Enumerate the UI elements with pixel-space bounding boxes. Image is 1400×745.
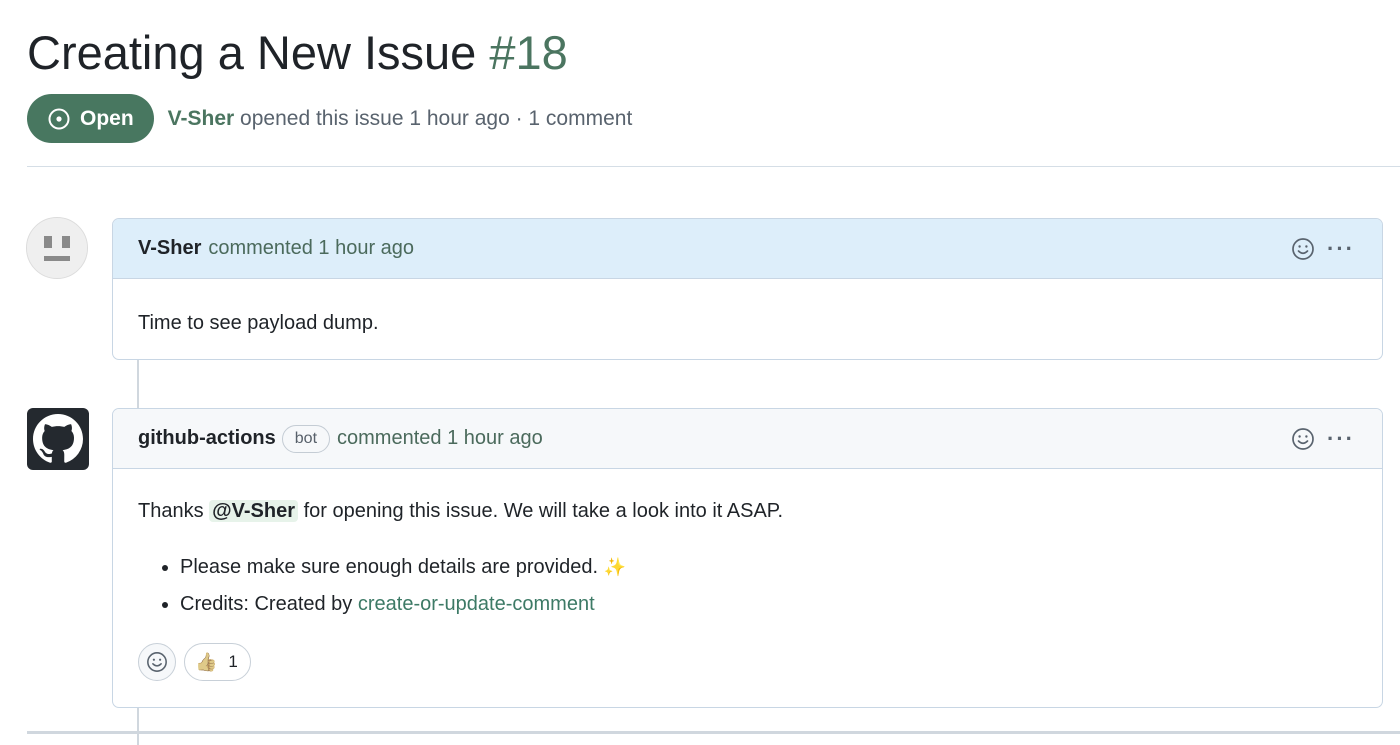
comment-card: V-Sher commented 1 hour ago ··· Time to … [112, 218, 1383, 360]
comment-body: Thanks @V-Sher for opening this issue. W… [113, 469, 1382, 681]
create-or-update-comment-link[interactable]: create-or-update-comment [358, 593, 595, 615]
list-item-text: Please make sure enough details are prov… [180, 556, 604, 578]
comment-author-link[interactable]: github-actions [138, 427, 276, 450]
issue-state-label: Open [80, 106, 134, 130]
comment-text-suffix: for opening this issue. We will take a l… [298, 500, 784, 522]
kebab-horizontal-icon[interactable]: ··· [1327, 426, 1355, 452]
issue-opened-text: opened this issue 1 hour ago · 1 comment [240, 106, 633, 130]
issue-title: Creating a New Issue #18 [27, 22, 568, 84]
bottom-divider [27, 731, 1400, 734]
comment-timestamp[interactable]: commented 1 hour ago [337, 427, 543, 450]
list-item: Credits: Created by create-or-update-com… [180, 590, 1357, 618]
issue-open-icon [48, 108, 70, 129]
smiley-icon[interactable] [1291, 427, 1315, 451]
bot-label: bot [281, 424, 331, 453]
list-item-text: Credits: Created by [180, 593, 358, 615]
issue-number: #18 [489, 26, 568, 79]
comment-header-actions: ··· [1291, 219, 1355, 278]
thumbs-up-icon: 👍 [195, 651, 218, 672]
comment-text: Thanks @V-Sher for opening this issue. W… [138, 497, 1357, 525]
comment-card: github-actions bot commented 1 hour ago … [112, 408, 1383, 708]
smiley-icon [147, 652, 167, 672]
comment-text: Time to see payload dump. [138, 312, 379, 334]
reactions-bar: 👍 1 [138, 643, 251, 681]
sparkles-icon: ✨ [603, 557, 627, 577]
add-reaction-button[interactable] [138, 643, 176, 681]
comment-timestamp[interactable]: commented 1 hour ago [208, 237, 414, 260]
issue-title-text: Creating a New Issue [27, 26, 477, 79]
issue-state-badge: Open [27, 94, 154, 143]
user-mention-link[interactable]: @V-Sher [209, 500, 299, 522]
github-octocat-icon[interactable] [27, 408, 89, 470]
comment-text-prefix: Thanks [138, 500, 210, 522]
identicon-pattern [27, 218, 87, 278]
header-divider [27, 166, 1400, 167]
issue-author-link[interactable]: V-Sher [168, 107, 235, 130]
comment-header: V-Sher commented 1 hour ago ··· [113, 219, 1382, 279]
issue-state-row: Open V-Sher opened this issue 1 hour ago… [27, 94, 632, 143]
identicon-avatar[interactable] [26, 217, 88, 279]
octocat-mark [33, 414, 83, 463]
thumbs-up-reaction-button[interactable]: 👍 1 [184, 643, 251, 681]
reaction-count: 1 [228, 652, 238, 671]
comment-body: Time to see payload dump. [113, 279, 1382, 337]
kebab-horizontal-icon[interactable]: ··· [1327, 236, 1355, 262]
bullet-list: Please make sure enough details are prov… [138, 553, 1357, 618]
comment-author-link[interactable]: V-Sher [138, 237, 201, 260]
comment-header-actions: ··· [1291, 409, 1355, 468]
comment-header: github-actions bot commented 1 hour ago … [113, 409, 1382, 469]
issue-meta: V-Sher opened this issue 1 hour ago · 1 … [168, 107, 633, 131]
smiley-icon[interactable] [1291, 237, 1315, 261]
list-item: Please make sure enough details are prov… [180, 553, 1357, 581]
